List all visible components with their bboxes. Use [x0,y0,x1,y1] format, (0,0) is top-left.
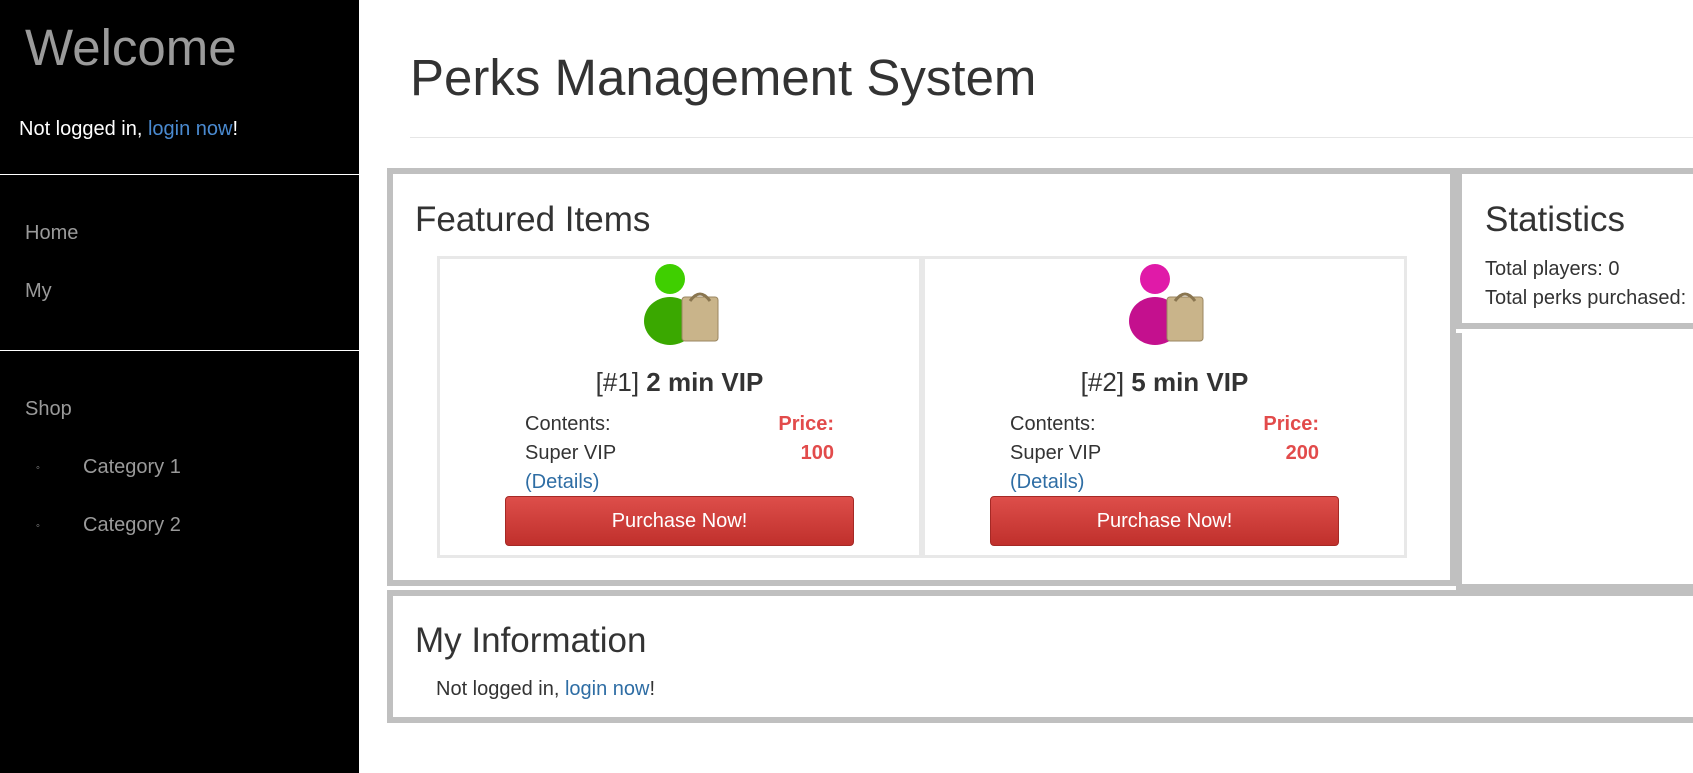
login-status-prefix: Not logged in, [19,118,148,140]
sidebar-item-home[interactable]: Home [25,222,78,245]
item-card-2: [#2] 5 min VIP Contents: Super VIP (Deta… [922,256,1407,558]
bullet-icon: ◦ [36,461,40,474]
login-status-suffix: ! [232,118,239,140]
sidebar-item-category-2[interactable]: ◦ Category 2 [36,514,181,537]
item-name: 5 min VIP [1131,367,1249,397]
sidebar-panel-empty [1456,333,1693,590]
item-number: [#2] [1080,367,1125,397]
total-perks-purchased: Total perks purchased: [1485,287,1687,309]
my-information-suffix: ! [649,678,656,700]
login-link[interactable]: login now [565,678,650,700]
contents-label: Contents: [525,413,611,435]
my-information-prefix: Not logged in, [436,678,565,700]
sidebar-divider [0,350,359,351]
purchase-button[interactable]: Purchase Now! [990,496,1339,546]
featured-items-heading: Featured Items [415,200,651,239]
contents-label: Contents: [1010,413,1096,435]
user-shopping-bag-icon [644,264,719,345]
sidebar-item-my[interactable]: My [25,280,52,303]
user-shopping-bag-icon [1129,264,1204,345]
price-label: Price: [778,413,834,435]
total-players: Total players: 0 [1485,258,1620,280]
item-number: [#1] [595,367,640,397]
item-card-1: [#1] 2 min VIP Contents: Super VIP (Deta… [437,256,922,558]
my-information-heading: My Information [415,621,647,660]
my-information-status: Not logged in, login now! [436,678,655,701]
title-divider [410,137,1693,138]
price-value: 100 [800,442,834,464]
sidebar-item-shop[interactable]: Shop [25,398,72,421]
welcome-heading: Welcome [25,19,237,76]
statistics-heading: Statistics [1485,200,1626,239]
purchase-button[interactable]: Purchase Now! [505,496,854,546]
contents-value: Super VIP [1010,442,1102,464]
price-value: 200 [1285,442,1319,464]
sidebar-item-category-1[interactable]: ◦ Category 1 [36,456,181,479]
sidebar-divider [0,174,359,175]
category-label: Category 1 [83,456,181,478]
bullet-icon: ◦ [36,519,40,532]
item-title: [#2] 5 min VIP [925,367,1404,398]
login-link[interactable]: login now [148,118,233,140]
sidebar: Welcome Not logged in, login now! Home M… [0,0,359,773]
price-label: Price: [1263,413,1319,435]
details-link[interactable]: (Details) [525,471,599,494]
item-name: 2 min VIP [646,367,764,397]
item-title: [#1] 2 min VIP [440,367,919,398]
contents-value: Super VIP [525,442,617,464]
category-label: Category 2 [83,514,181,536]
login-status: Not logged in, login now! [19,118,238,141]
details-link[interactable]: (Details) [1010,471,1084,494]
page-title: Perks Management System [410,49,1037,106]
